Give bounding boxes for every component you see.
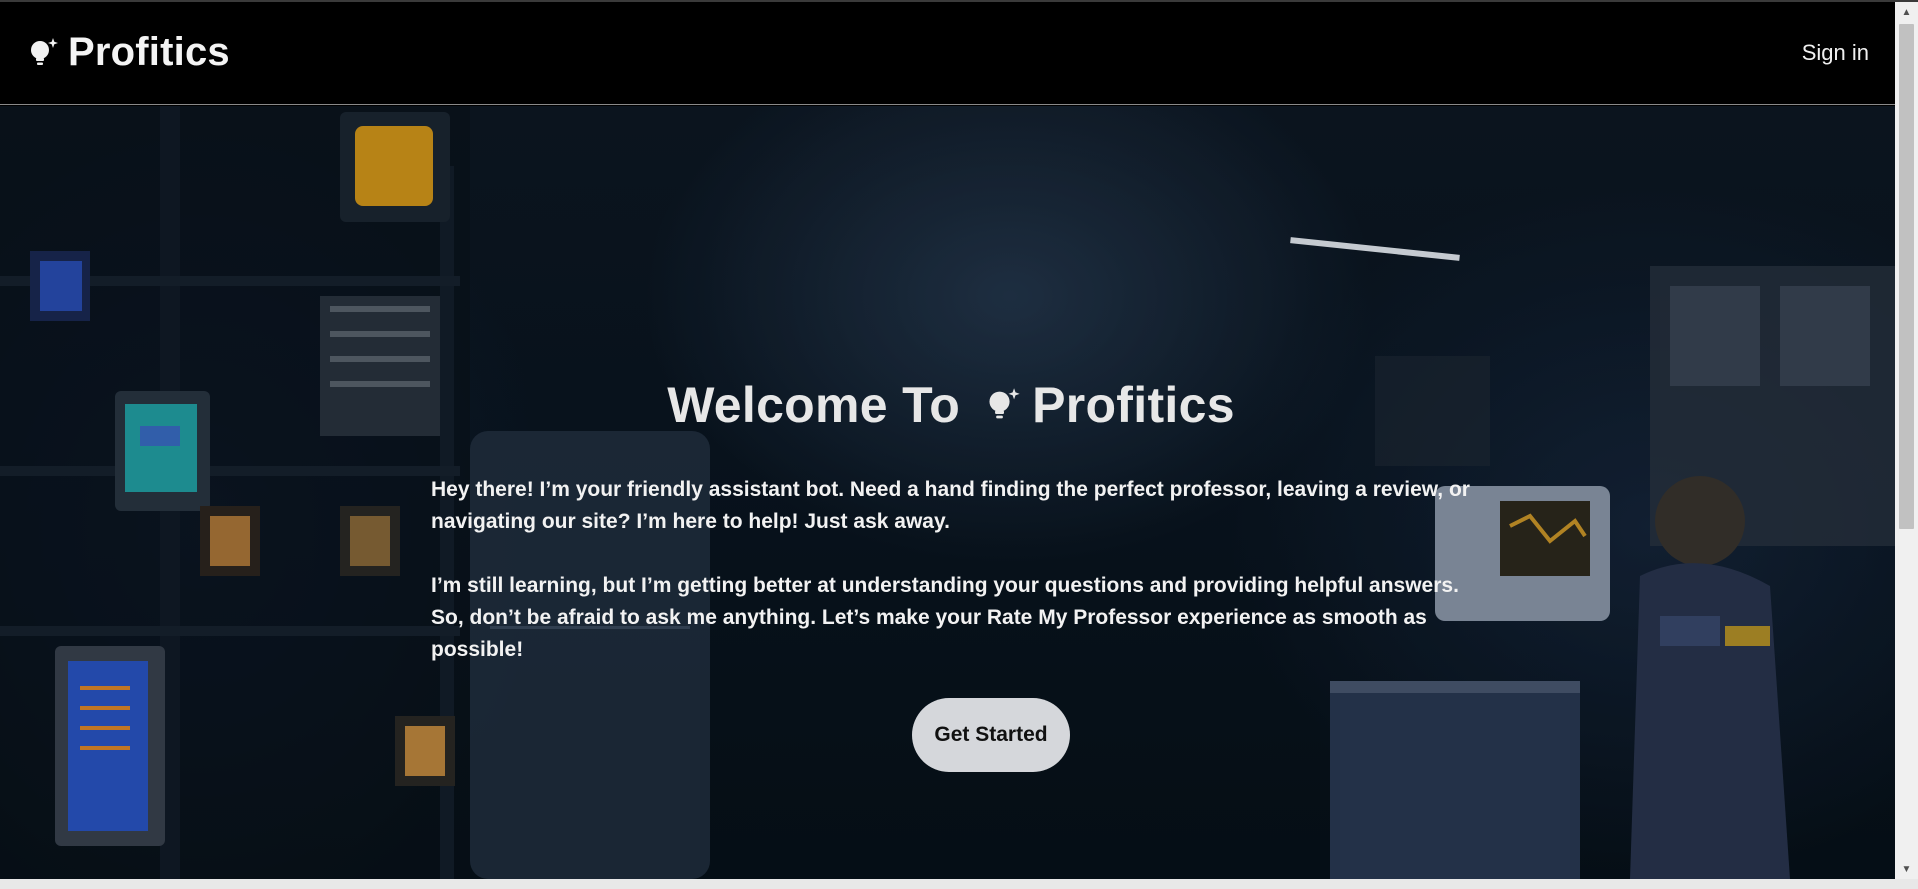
get-started-button[interactable]: Get Started — [912, 698, 1070, 772]
hero-intro-paragraph: Hey there! I’m your friendly assistant b… — [431, 478, 1470, 533]
brand-name: Profitics — [68, 30, 230, 74]
sign-in-link[interactable]: Sign in — [1802, 40, 1869, 66]
scroll-up-arrow-icon[interactable]: ▲ — [1895, 2, 1918, 22]
hero-title-brand: Profitics — [1032, 377, 1235, 433]
hero-learning-paragraph: I’m still learning, but I’m getting bett… — [431, 574, 1459, 661]
scroll-thumb[interactable] — [1899, 24, 1914, 529]
lightbulb-sparkle-icon — [31, 37, 58, 65]
vertical-scrollbar[interactable]: ▲ ▼ — [1895, 2, 1918, 879]
horizontal-scrollbar[interactable] — [0, 879, 1918, 889]
navbar: Profitics Sign in — [0, 2, 1895, 105]
lightbulb-sparkle-icon — [989, 388, 1020, 419]
hero-title-prefix: Welcome To — [667, 377, 961, 433]
hero-content: Welcome To Profitics Hey there! I’m your… — [431, 376, 1471, 772]
scroll-down-arrow-icon[interactable]: ▼ — [1895, 859, 1918, 879]
app-window: Profitics Sign in Welcome To Profitics H… — [0, 0, 1918, 889]
hero-section: Welcome To Profitics Hey there! I’m your… — [0, 106, 1895, 879]
cta-wrapper: Get Started — [431, 698, 1471, 772]
hero-title: Welcome To Profitics — [431, 376, 1471, 434]
brand-logo-link[interactable]: Profitics — [28, 30, 230, 75]
